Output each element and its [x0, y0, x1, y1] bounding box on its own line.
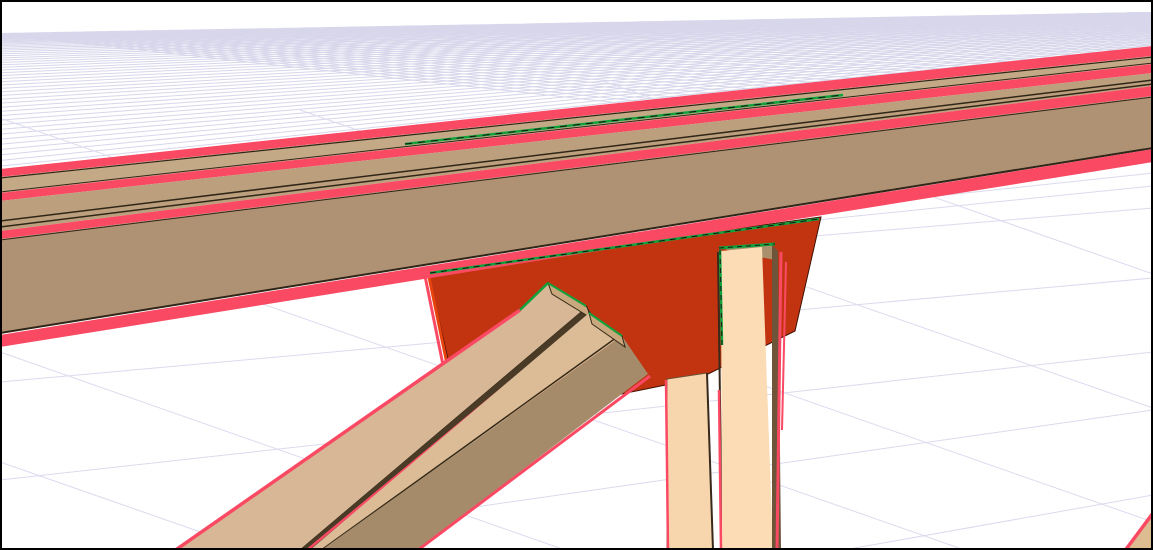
cad-viewport-window	[0, 0, 1153, 550]
viewport-3d[interactable]	[0, 0, 1153, 550]
rear-post-face[interactable]	[666, 372, 714, 550]
